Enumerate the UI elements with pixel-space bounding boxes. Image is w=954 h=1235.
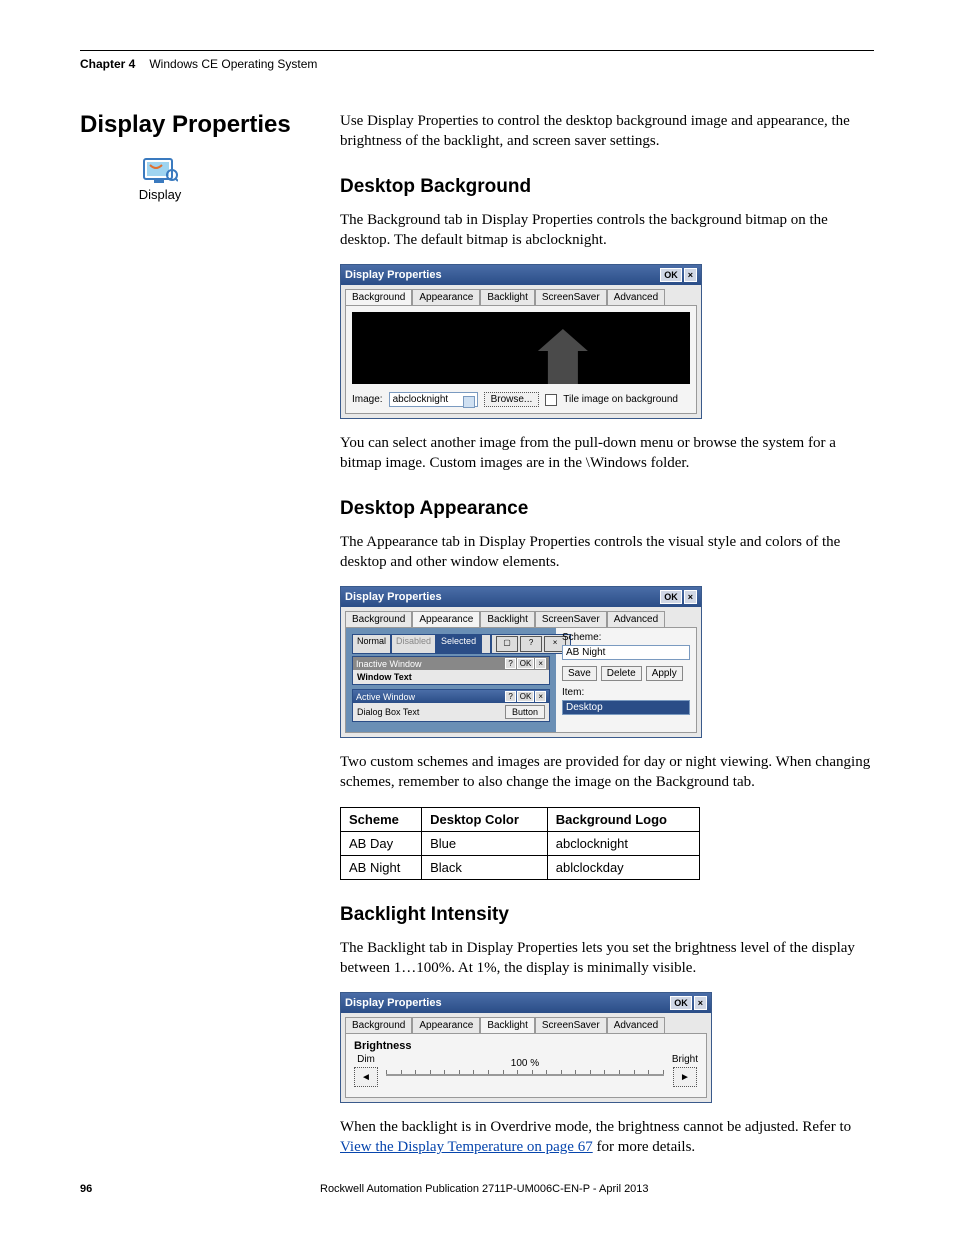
th-desktop-color: Desktop Color bbox=[422, 807, 548, 831]
publication-info: Rockwell Automation Publication 2711P-UM… bbox=[320, 1183, 649, 1195]
save-button[interactable]: Save bbox=[562, 666, 597, 681]
scheme-table: Scheme Desktop Color Background Logo AB … bbox=[340, 807, 700, 880]
help-icon: ? bbox=[520, 636, 542, 652]
brightness-percent: 100 % bbox=[511, 1058, 539, 1069]
preview-tab-normal: Normal bbox=[352, 634, 391, 654]
tab-appearance[interactable]: Appearance bbox=[412, 1017, 480, 1033]
brightness-slider[interactable]: 100 % bbox=[386, 1060, 664, 1082]
item-dropdown[interactable]: Desktop bbox=[562, 700, 690, 715]
chapter-title: Windows CE Operating System bbox=[149, 57, 317, 71]
appearance-preview: Normal Disabled Selected ▢?× Inactive Wi… bbox=[346, 628, 556, 732]
bl-paragraph-1: The Backlight tab in Display Properties … bbox=[340, 938, 874, 979]
tab-advanced[interactable]: Advanced bbox=[607, 1017, 665, 1033]
table-row: AB Day Blue abclocknight bbox=[341, 831, 700, 855]
close-icon[interactable]: × bbox=[684, 268, 697, 282]
cross-reference-link[interactable]: View the Display Temperature on page 67 bbox=[340, 1139, 593, 1155]
preview-tab-selected: Selected bbox=[436, 634, 481, 654]
image-dropdown[interactable]: abclocknight bbox=[389, 392, 478, 407]
tab-backlight[interactable]: Backlight bbox=[480, 1017, 535, 1033]
tab-screensaver[interactable]: ScreenSaver bbox=[535, 289, 607, 305]
preview-tab-disabled: Disabled bbox=[391, 634, 436, 654]
ok-button[interactable]: OK bbox=[660, 590, 682, 604]
delete-button[interactable]: Delete bbox=[601, 666, 642, 681]
intro-paragraph: Use Display Properties to control the de… bbox=[340, 111, 874, 152]
dialog-title: Display Properties bbox=[345, 997, 442, 1009]
ap-paragraph-1: The Appearance tab in Display Properties… bbox=[340, 532, 874, 573]
tab-advanced[interactable]: Advanced bbox=[607, 611, 665, 627]
background-preview bbox=[352, 312, 690, 384]
ok-button[interactable]: OK bbox=[670, 996, 692, 1010]
tab-screensaver[interactable]: ScreenSaver bbox=[535, 611, 607, 627]
tab-screensaver[interactable]: ScreenSaver bbox=[535, 1017, 607, 1033]
ap-paragraph-2: Two custom schemes and images are provid… bbox=[340, 752, 874, 793]
clock-tower-graphic bbox=[538, 329, 588, 384]
item-label: Item: bbox=[562, 687, 690, 698]
preview-window-text: Window Text bbox=[357, 672, 412, 682]
restore-icon: ▢ bbox=[496, 636, 518, 652]
brightness-label: Brightness bbox=[354, 1040, 698, 1052]
display-properties-dialog-appearance: Display Properties OK × Background Appea… bbox=[340, 586, 702, 738]
page-number: 96 bbox=[80, 1183, 320, 1195]
ok-button[interactable]: OK bbox=[660, 268, 682, 282]
backlight-intensity-heading: Backlight Intensity bbox=[340, 904, 874, 926]
table-row: AB Night Black ablclockday bbox=[341, 855, 700, 879]
tab-background[interactable]: Background bbox=[345, 611, 412, 627]
bright-label: Bright bbox=[672, 1054, 698, 1065]
tab-backlight[interactable]: Backlight bbox=[480, 289, 535, 305]
tab-appearance[interactable]: Appearance bbox=[412, 289, 480, 305]
tab-background[interactable]: Background bbox=[345, 289, 412, 305]
preview-inactive-window: Inactive Window bbox=[356, 659, 422, 669]
tab-advanced[interactable]: Advanced bbox=[607, 289, 665, 305]
chapter-label: Chapter 4 bbox=[80, 57, 135, 71]
tile-checkbox[interactable] bbox=[545, 394, 557, 406]
th-scheme: Scheme bbox=[341, 807, 422, 831]
preview-active-window: Active Window bbox=[356, 692, 415, 702]
bg-paragraph-1: The Background tab in Display Properties… bbox=[340, 210, 874, 251]
bl-paragraph-2: When the backlight is in Overdrive mode,… bbox=[340, 1117, 874, 1158]
dialog-title: Display Properties bbox=[345, 269, 442, 281]
tab-backlight[interactable]: Backlight bbox=[480, 611, 535, 627]
close-icon[interactable]: × bbox=[694, 996, 707, 1010]
scheme-label: Scheme: bbox=[562, 632, 690, 643]
bright-arrow-button[interactable]: ► bbox=[673, 1067, 697, 1087]
icon-caption: Display bbox=[120, 187, 200, 202]
dialog-title: Display Properties bbox=[345, 591, 442, 603]
dim-label: Dim bbox=[357, 1054, 375, 1065]
section-title: Display Properties bbox=[80, 111, 310, 139]
desktop-appearance-heading: Desktop Appearance bbox=[340, 498, 874, 520]
tab-background[interactable]: Background bbox=[345, 1017, 412, 1033]
running-header: Chapter 4 Windows CE Operating System bbox=[80, 57, 874, 71]
tab-bar: Background Appearance Backlight ScreenSa… bbox=[341, 607, 701, 627]
preview-dialog-text: Dialog Box Text bbox=[357, 707, 419, 717]
tab-appearance[interactable]: Appearance bbox=[412, 611, 480, 627]
image-label: Image: bbox=[352, 394, 383, 405]
tab-bar: Background Appearance Backlight ScreenSa… bbox=[341, 1013, 711, 1033]
th-background-logo: Background Logo bbox=[547, 807, 699, 831]
close-icon[interactable]: × bbox=[684, 590, 697, 604]
scheme-dropdown[interactable]: AB Night bbox=[562, 645, 690, 660]
display-icon-block: Display bbox=[120, 157, 200, 202]
display-monitor-icon bbox=[142, 157, 178, 185]
bg-paragraph-2: You can select another image from the pu… bbox=[340, 433, 874, 474]
apply-button[interactable]: Apply bbox=[646, 666, 683, 681]
browse-button[interactable]: Browse... bbox=[484, 392, 540, 407]
tab-bar: Background Appearance Backlight ScreenSa… bbox=[341, 285, 701, 305]
display-properties-dialog-background: Display Properties OK × Background Appea… bbox=[340, 264, 702, 419]
display-properties-dialog-backlight: Display Properties OK × Background Appea… bbox=[340, 992, 712, 1103]
desktop-background-heading: Desktop Background bbox=[340, 176, 874, 198]
dim-arrow-button[interactable]: ◄ bbox=[354, 1067, 378, 1087]
tile-label: Tile image on background bbox=[563, 394, 678, 405]
preview-button: Button bbox=[505, 705, 545, 719]
